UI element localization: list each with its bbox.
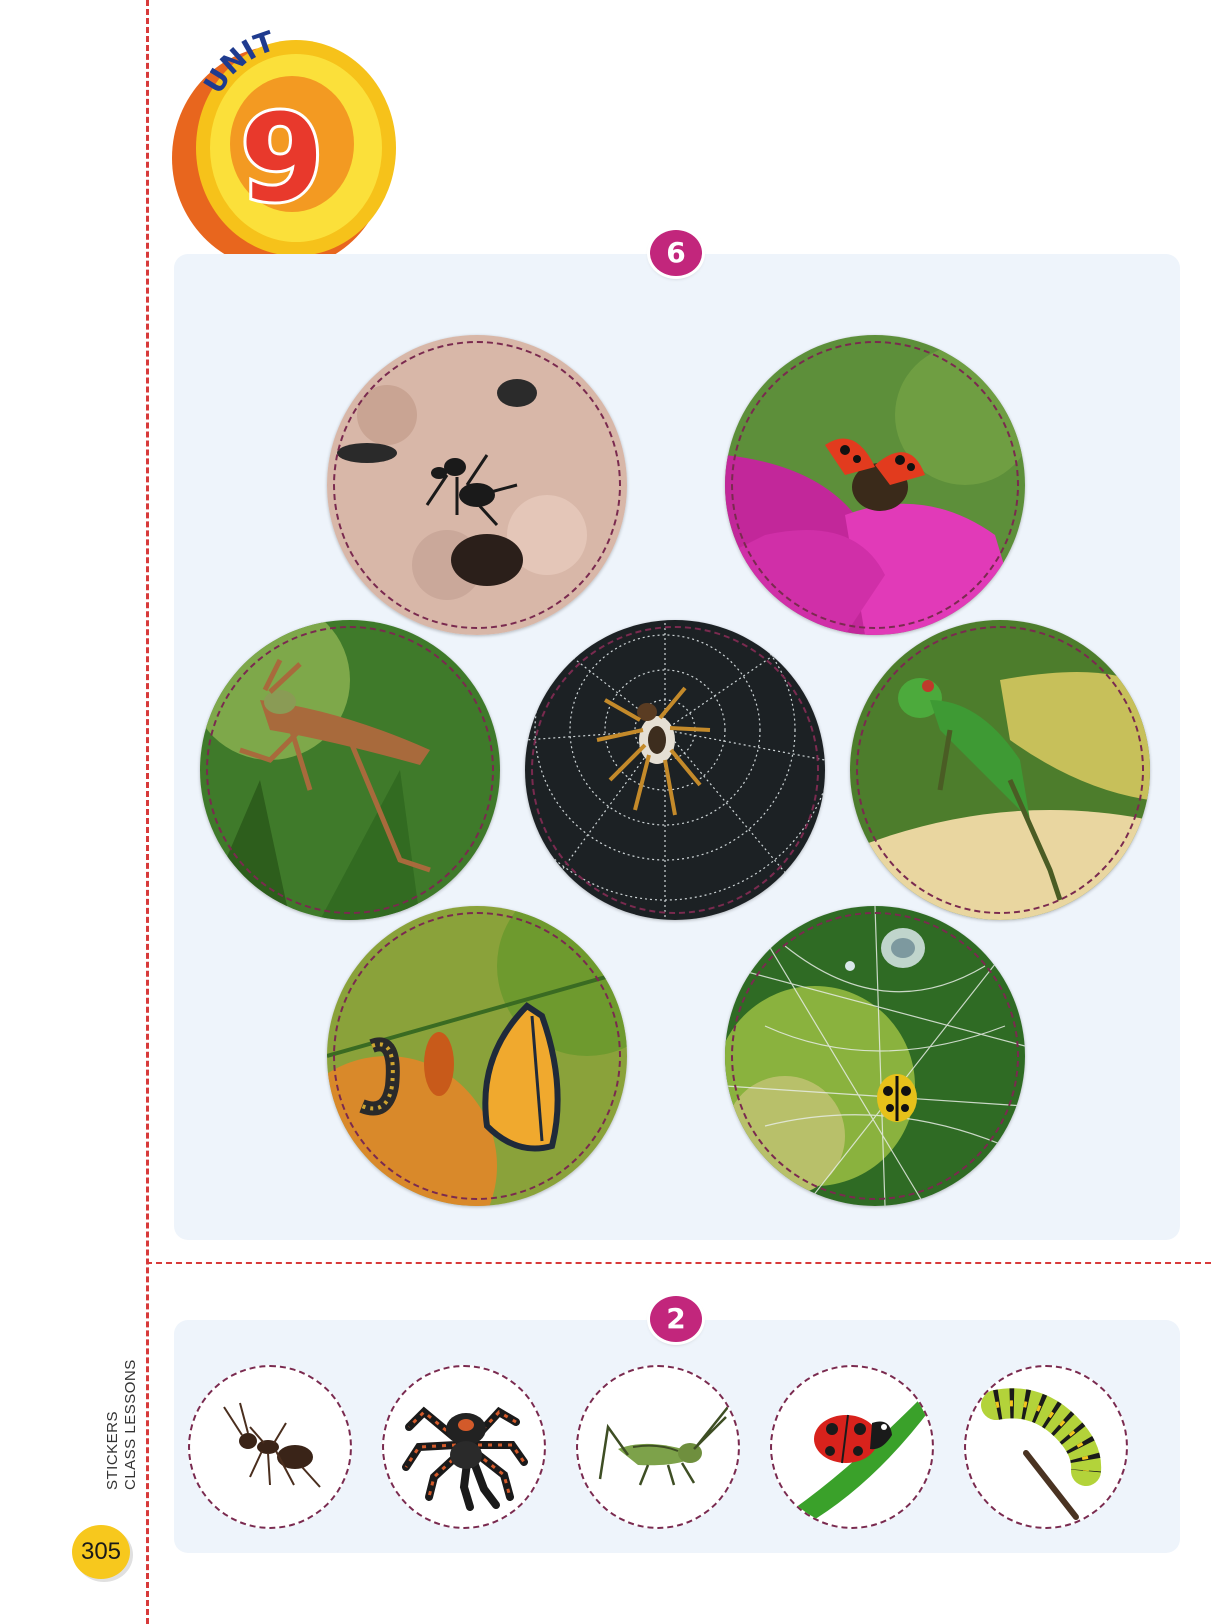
sticker-ladybug[interactable]	[770, 1365, 934, 1529]
count-badge: 6	[650, 230, 702, 276]
photo-ladybug-flower[interactable]	[725, 335, 1025, 635]
side-label: STICKERS CLASS LESSONS	[104, 1359, 140, 1490]
ant-icon	[223, 1402, 321, 1488]
ladybug-icon	[782, 1397, 932, 1527]
photo-butterfly-lifecycle[interactable]	[327, 906, 627, 1206]
sticker-caterpillar[interactable]	[964, 1365, 1128, 1529]
photo-beetle-web[interactable]	[725, 906, 1025, 1206]
photo-ants-nest[interactable]	[327, 335, 627, 635]
sticker-cricket[interactable]	[576, 1365, 740, 1529]
ladybug-photo-icon	[725, 335, 1025, 635]
sticker-ant[interactable]	[188, 1365, 352, 1529]
beetle-photo-icon	[725, 906, 1025, 1206]
grasshopper-photo-icon	[850, 620, 1150, 920]
butterfly-lifecycle-photo-icon	[327, 906, 627, 1206]
unit-number: 9	[240, 90, 324, 229]
unit-badge: UNIT 9	[172, 26, 404, 272]
page-number: 305	[72, 1525, 130, 1579]
ant-photo-icon	[327, 335, 627, 635]
side-label-line1: STICKERS	[104, 1410, 121, 1490]
sticker-tarantula[interactable]	[382, 1365, 546, 1529]
horizontal-cut-line	[146, 1262, 1211, 1264]
photo-green-grasshopper[interactable]	[850, 620, 1150, 920]
caterpillar-icon	[981, 1388, 1102, 1520]
photo-grasshopper-jump[interactable]	[200, 620, 500, 920]
cricket-icon	[598, 1406, 729, 1486]
side-label-line2: CLASS LESSONS	[122, 1359, 139, 1490]
spider-icon	[402, 1406, 528, 1511]
photo-spider-web[interactable]	[525, 620, 825, 920]
spider-photo-icon	[525, 620, 825, 920]
grasshopper-photo-icon	[200, 620, 500, 920]
count-badge: 2	[650, 1296, 702, 1342]
vertical-cut-line	[146, 0, 149, 1624]
